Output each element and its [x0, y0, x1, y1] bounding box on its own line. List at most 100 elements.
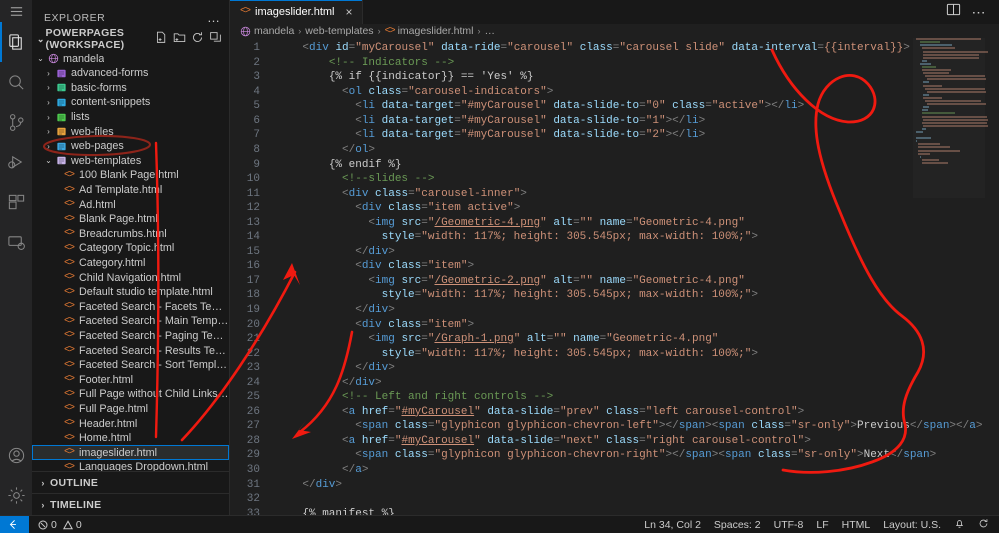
activity-manage-gear-icon[interactable] — [0, 475, 32, 515]
code-line[interactable]: <!-- Left and right controls --> — [276, 390, 999, 405]
status-cursor-position[interactable]: Ln 34, Col 2 — [644, 519, 701, 531]
tree-file-item[interactable]: <> Footer.html — [32, 372, 229, 387]
activity-source-control-icon[interactable] — [0, 102, 32, 142]
chevron-down-icon[interactable]: ⌄ — [35, 54, 46, 63]
chevron-right-icon[interactable]: › — [43, 127, 54, 136]
chevron-down-icon[interactable]: ⌄ — [43, 156, 54, 165]
bell-icon[interactable] — [954, 518, 965, 532]
activity-remote-explorer-icon[interactable] — [0, 222, 32, 262]
tree-folder-item[interactable]: › basic-forms — [32, 81, 229, 96]
tree-file-item[interactable]: <> Ad.html — [32, 197, 229, 212]
code-line[interactable]: </div> — [276, 245, 999, 260]
chevron-right-icon[interactable]: › — [43, 98, 54, 107]
remote-host-indicator[interactable] — [0, 515, 29, 533]
breadcrumb-item-3[interactable]: … — [484, 25, 495, 37]
tree-file-item[interactable]: <> Category.html — [32, 256, 229, 271]
code-line[interactable]: <li data-target="#myCarousel" data-slide… — [276, 128, 999, 143]
code-line[interactable]: </div> — [276, 361, 999, 376]
tree-file-item[interactable]: <> Ad Template.html — [32, 183, 229, 198]
tree-file-item[interactable]: <> Faceted Search - Main Template.html — [32, 314, 229, 329]
code-line[interactable]: <li data-target="#myCarousel" data-slide… — [276, 114, 999, 129]
code-line[interactable]: <span class="glyphicon glyphicon-chevron… — [276, 419, 999, 434]
code-line[interactable]: </div> — [276, 303, 999, 318]
code-line[interactable]: style="width: 117%; height: 305.545px; m… — [276, 288, 999, 303]
chevron-right-icon[interactable]: › — [43, 83, 54, 92]
tree-file-item[interactable]: <> Category Topic.html — [32, 241, 229, 256]
breadcrumb-item-2[interactable]: imageslider.html — [398, 25, 474, 37]
status-language-mode[interactable]: HTML — [842, 519, 871, 531]
tree-folder-item[interactable]: › lists — [32, 110, 229, 125]
outline-panel-header[interactable]: › OUTLINE — [32, 471, 229, 493]
code-line[interactable]: {% manifest %} — [276, 507, 999, 515]
chevron-right-icon[interactable]: › — [43, 142, 54, 151]
code-line[interactable]: <div class="item active"> — [276, 201, 999, 216]
sync-icon[interactable] — [978, 518, 989, 532]
code-line[interactable] — [276, 492, 999, 507]
code-line[interactable]: <div class="item"> — [276, 318, 999, 333]
collapse-all-icon[interactable] — [209, 31, 222, 47]
code-line[interactable]: {% endif %} — [276, 158, 999, 173]
tree-folder-item[interactable]: › advanced-forms — [32, 66, 229, 81]
breadcrumb-item-0[interactable]: mandela — [254, 25, 294, 37]
code-line[interactable]: <span class="glyphicon glyphicon-chevron… — [276, 448, 999, 463]
code-line[interactable]: {% if {{indicator}} == 'Yes' %} — [276, 70, 999, 85]
split-editor-icon[interactable] — [946, 2, 961, 22]
tree-folder-item[interactable]: › content-snippets — [32, 95, 229, 110]
problems-indicator[interactable]: 0 0 — [38, 519, 82, 531]
code-line[interactable]: <div class="carousel-inner"> — [276, 187, 999, 202]
activity-accounts-icon[interactable] — [0, 435, 32, 475]
code-line[interactable]: <img src="/Geometric-4.png" alt="" name=… — [276, 216, 999, 231]
code-line[interactable]: <ol class="carousel-indicators"> — [276, 85, 999, 100]
activity-explorer-icon[interactable] — [0, 22, 32, 62]
status-eol[interactable]: LF — [816, 519, 828, 531]
code-content[interactable]: <div id="myCarousel" data-ride="carousel… — [276, 38, 999, 515]
code-line[interactable]: </div> — [276, 376, 999, 391]
tree-file-item[interactable]: <> Breadcrumbs.html — [32, 227, 229, 242]
chevron-right-icon[interactable]: › — [43, 69, 54, 78]
status-encoding[interactable]: UTF-8 — [774, 519, 804, 531]
new-file-icon[interactable] — [155, 31, 168, 47]
tab-imageslider-html[interactable]: <> imageslider.html × — [230, 0, 363, 24]
code-line[interactable]: <!--slides --> — [276, 172, 999, 187]
tree-folder-item[interactable]: ⌄ mandela — [32, 51, 229, 66]
code-line[interactable]: <a href="#myCarousel" data-slide="next" … — [276, 434, 999, 449]
activity-run-debug-icon[interactable] — [0, 142, 32, 182]
tree-file-item[interactable]: <> imageslider.html — [32, 445, 229, 461]
workspace-section-header[interactable]: ⌄ POWERPAGES (WORKSPACE) — [32, 27, 229, 51]
breadcrumb-item-1[interactable]: web-templates — [305, 25, 373, 37]
chevron-right-icon[interactable]: › — [43, 113, 54, 122]
tree-file-item[interactable]: <> 100 Blank Page.html — [32, 168, 229, 183]
tree-folder-item[interactable]: › web-pages — [32, 139, 229, 154]
tree-file-item[interactable]: <> Faceted Search - Sort Template.html — [32, 358, 229, 373]
tree-file-item[interactable]: <> Full Page without Child Links.html — [32, 387, 229, 402]
code-editor[interactable]: 1 2 3 4 5 6 7 8 9 10 11 12 13 14 15 16 17 18 19 20 21 22 23 24 2… — [230, 38, 999, 515]
code-line[interactable]: <div id="myCarousel" data-ride="carousel… — [276, 41, 999, 56]
refresh-icon[interactable] — [191, 31, 204, 47]
vertical-scrollbar[interactable] — [985, 38, 999, 515]
code-line[interactable]: <img src="/Graph-1.png" alt="" name="Geo… — [276, 332, 999, 347]
tree-file-item[interactable]: <> Header.html — [32, 416, 229, 431]
tree-folder-item[interactable]: › web-files — [32, 124, 229, 139]
close-icon[interactable]: × — [346, 5, 353, 19]
tree-file-item[interactable]: <> Home.html — [32, 431, 229, 446]
code-line[interactable]: </div> — [276, 478, 999, 493]
tree-folder-item[interactable]: ⌄ web-templates — [32, 154, 229, 169]
more-actions-icon[interactable]: ⋯ — [972, 5, 988, 19]
code-line[interactable]: <div class="item"> — [276, 259, 999, 274]
activity-extensions-icon[interactable] — [0, 182, 32, 222]
tree-file-item[interactable]: <> Faceted Search - Paging Template.... — [32, 329, 229, 344]
tree-file-item[interactable]: <> Blank Page.html — [32, 212, 229, 227]
code-line[interactable]: </a> — [276, 463, 999, 478]
tree-file-item[interactable]: <> Faceted Search - Facets Template.... — [32, 300, 229, 315]
tree-file-item[interactable]: <> Languages Dropdown.html — [32, 460, 229, 471]
menu-hamburger-icon[interactable] — [0, 0, 32, 22]
code-line[interactable]: <!-- Indicators --> — [276, 56, 999, 71]
code-line[interactable]: style="width: 117%; height: 305.545px; m… — [276, 230, 999, 245]
tree-file-item[interactable]: <> Full Page.html — [32, 402, 229, 417]
tree-file-item[interactable]: <> Faceted Search - Results Template.... — [32, 343, 229, 358]
code-line[interactable]: style="width: 117%; height: 305.545px; m… — [276, 347, 999, 362]
status-indentation[interactable]: Spaces: 2 — [714, 519, 761, 531]
tree-file-item[interactable]: <> Child Navigation.html — [32, 270, 229, 285]
status-keyboard-layout[interactable]: Layout: U.S. — [883, 519, 941, 531]
tree-file-item[interactable]: <> Default studio template.html — [32, 285, 229, 300]
